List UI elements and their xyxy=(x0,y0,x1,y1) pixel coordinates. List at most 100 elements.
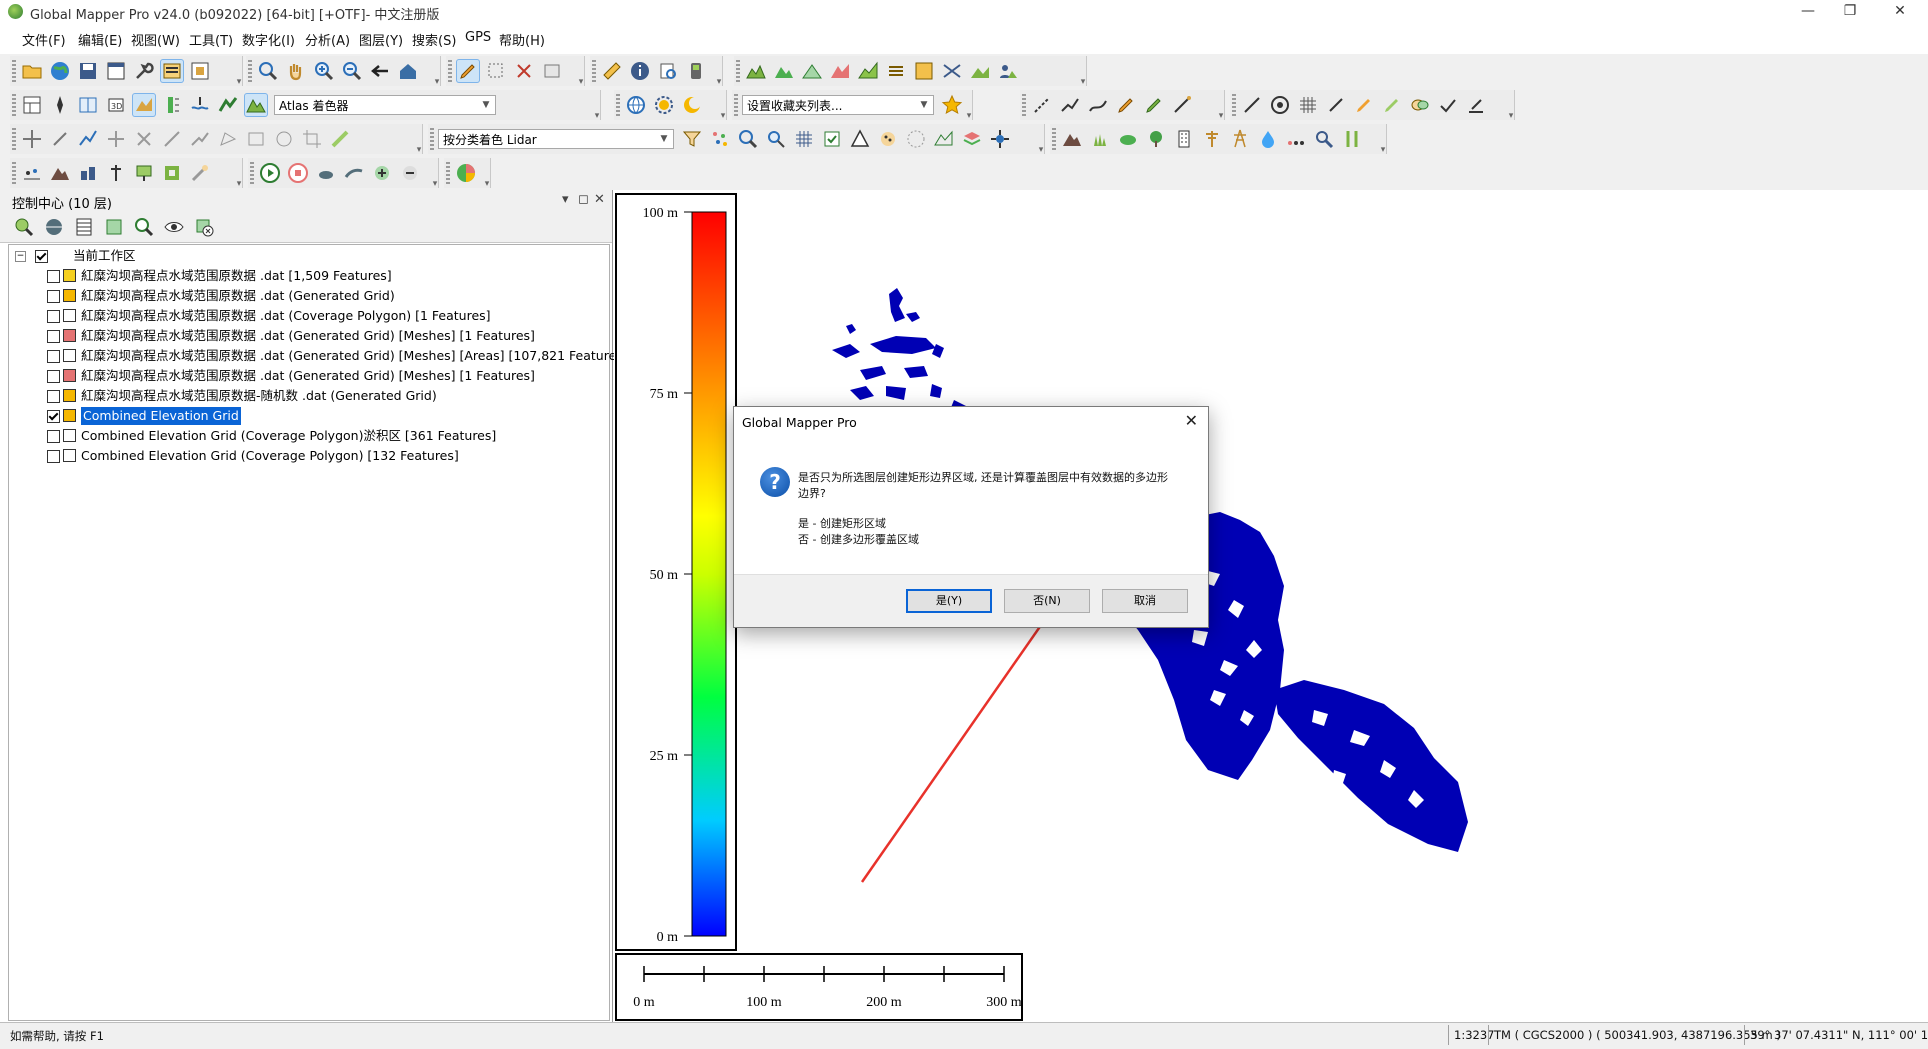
water-level-icon[interactable] xyxy=(188,93,212,117)
contour-icon[interactable] xyxy=(800,59,824,83)
menu-help[interactable]: 帮助(H) xyxy=(499,30,545,49)
rect-tool-icon[interactable] xyxy=(244,127,268,151)
terrain-icon[interactable] xyxy=(1060,127,1084,151)
layout-icon[interactable] xyxy=(20,93,44,117)
3d-view-icon[interactable]: 3D xyxy=(104,93,128,117)
add-waypoint-icon[interactable] xyxy=(370,161,394,185)
menu-gps[interactable]: GPS xyxy=(465,30,491,45)
play-icon[interactable] xyxy=(258,161,282,185)
collapse-icon[interactable]: − xyxy=(15,251,26,262)
shader-select[interactable]: Atlas 着色器 ▼ xyxy=(274,95,496,115)
layer-checkbox[interactable] xyxy=(47,330,60,343)
grass-icon[interactable] xyxy=(1088,127,1112,151)
tree-icon[interactable] xyxy=(1144,127,1168,151)
crop-icon[interactable] xyxy=(300,127,324,151)
point-cloud-icon[interactable] xyxy=(708,127,732,151)
search-points-icon[interactable] xyxy=(736,127,760,151)
terrain-edit-icon[interactable] xyxy=(968,59,992,83)
surface-icon[interactable] xyxy=(932,127,956,151)
users-icon[interactable] xyxy=(996,59,1020,83)
layer-globe-icon[interactable] xyxy=(42,215,66,239)
target-icon[interactable] xyxy=(1268,93,1292,117)
draw-line-icon[interactable] xyxy=(1030,93,1054,117)
close-layer-icon[interactable] xyxy=(192,215,216,239)
check-icon[interactable] xyxy=(1436,93,1460,117)
raster-calc-icon[interactable] xyxy=(912,59,936,83)
favorite-star-icon[interactable] xyxy=(940,93,964,117)
minimize-button[interactable]: — xyxy=(1788,0,1828,24)
compare-icon[interactable] xyxy=(1340,127,1364,151)
draw-pen-icon[interactable] xyxy=(1114,93,1138,117)
tower-icon[interactable] xyxy=(104,161,128,185)
sun-icon[interactable] xyxy=(652,93,676,117)
turtle-icon[interactable] xyxy=(314,161,338,185)
layer-checkbox[interactable] xyxy=(47,270,60,283)
panel-float-icon[interactable]: ◻ xyxy=(578,192,589,207)
hillshade-icon[interactable] xyxy=(132,93,156,117)
menu-analysis[interactable]: 分析(A) xyxy=(305,30,350,49)
menu-view[interactable]: 视图(W) xyxy=(131,30,180,49)
split-view-icon[interactable] xyxy=(76,93,100,117)
smooth-icon[interactable] xyxy=(1352,93,1376,117)
measure-ruler-icon[interactable] xyxy=(600,59,624,83)
circle-tool-icon[interactable] xyxy=(272,127,296,151)
building-icon[interactable] xyxy=(1172,127,1196,151)
power-pole-icon[interactable] xyxy=(1200,127,1224,151)
classify-icon[interactable] xyxy=(820,127,844,151)
layer-checkbox[interactable] xyxy=(47,290,60,303)
menu-edit[interactable]: 编辑(E) xyxy=(78,30,122,49)
grid-edit-icon[interactable] xyxy=(1296,93,1320,117)
paint-icon[interactable] xyxy=(1380,93,1404,117)
search-feature-icon[interactable] xyxy=(1312,127,1336,151)
stop-icon[interactable] xyxy=(286,161,310,185)
speed-icon[interactable] xyxy=(342,161,366,185)
pan-hand-icon[interactable] xyxy=(284,59,308,83)
layer-checkbox[interactable] xyxy=(47,390,60,403)
zoom-box-icon[interactable] xyxy=(256,59,280,83)
moon-icon[interactable] xyxy=(680,93,704,117)
draw-curve-icon[interactable] xyxy=(1086,93,1110,117)
buffer-icon[interactable] xyxy=(1408,93,1432,117)
cut-fill-icon[interactable] xyxy=(856,59,880,83)
web-globe-icon[interactable] xyxy=(624,93,648,117)
control-center-icon[interactable] xyxy=(160,59,184,83)
spot-heights-icon[interactable] xyxy=(20,161,44,185)
edit-vertex-icon[interactable] xyxy=(1142,93,1166,117)
menu-layer[interactable]: 图层(Y) xyxy=(359,30,403,49)
move-vertex-icon[interactable] xyxy=(1324,93,1348,117)
menu-search[interactable]: 搜索(S) xyxy=(412,30,456,49)
measure-area-icon[interactable] xyxy=(540,59,564,83)
compass-icon[interactable] xyxy=(48,93,72,117)
move-icon[interactable] xyxy=(20,127,44,151)
zoom-to-layer-icon[interactable] xyxy=(132,215,156,239)
layer-checkbox[interactable] xyxy=(47,450,60,463)
back-arrow-icon[interactable] xyxy=(368,59,392,83)
open-data-icon[interactable] xyxy=(12,215,36,239)
layer-checkbox[interactable] xyxy=(47,350,60,363)
noise-icon[interactable] xyxy=(1284,127,1308,151)
yes-button[interactable]: 是(Y) xyxy=(906,589,992,613)
open-folder-icon[interactable] xyxy=(20,59,44,83)
zoom-out-icon[interactable] xyxy=(340,59,364,83)
save-icon[interactable] xyxy=(76,59,100,83)
cluster-icon[interactable] xyxy=(904,127,928,151)
attribute-table-icon[interactable] xyxy=(72,215,96,239)
elevation-legend-icon[interactable] xyxy=(160,93,184,117)
dialog-close-icon[interactable]: ✕ xyxy=(1185,411,1198,430)
favorites-select[interactable]: 设置收藏夹列表... ▼ xyxy=(742,95,934,115)
layers-stack-icon[interactable] xyxy=(960,127,984,151)
power-tower-icon[interactable] xyxy=(1228,127,1252,151)
select-rect-icon[interactable] xyxy=(484,59,508,83)
globe-icon[interactable] xyxy=(48,59,72,83)
info-icon[interactable] xyxy=(628,59,652,83)
layer-checkbox[interactable] xyxy=(47,310,60,323)
layer-checkbox[interactable] xyxy=(47,410,60,423)
terrain-profile-icon[interactable] xyxy=(744,59,768,83)
close-window-button[interactable]: ✕ xyxy=(1880,0,1920,24)
path-profile-icon[interactable] xyxy=(76,127,100,151)
triangle-icon[interactable] xyxy=(848,127,872,151)
menu-digitize[interactable]: 数字化(I) xyxy=(242,30,295,49)
split-line-icon[interactable] xyxy=(1240,93,1264,117)
home-icon[interactable] xyxy=(396,59,420,83)
line-tool-icon[interactable] xyxy=(160,127,184,151)
